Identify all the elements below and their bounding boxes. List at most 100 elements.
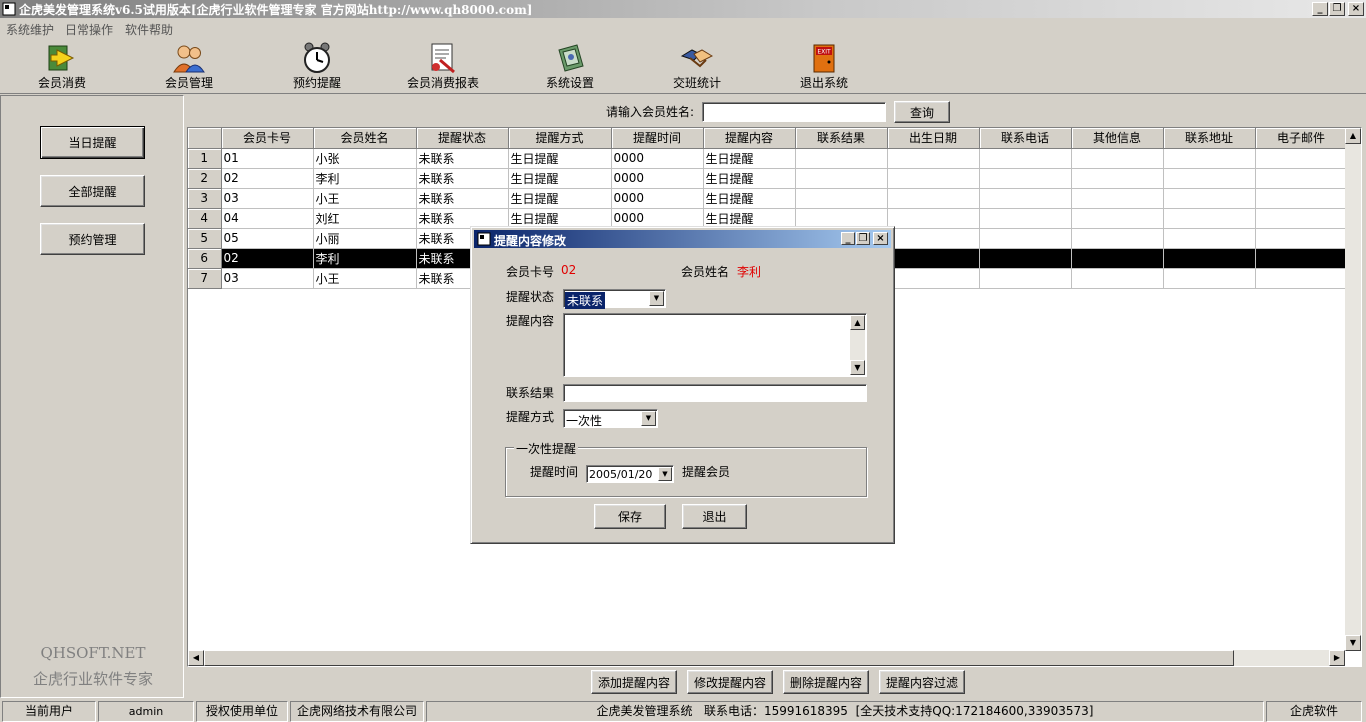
table-cell-empty[interactable] [1071, 188, 1164, 209]
table-cell-card[interactable]: 02 [221, 248, 314, 269]
table-cell-empty[interactable] [1071, 168, 1164, 189]
save-button[interactable]: 保存 [594, 504, 666, 529]
table-cell-time[interactable]: 0000 [611, 208, 704, 229]
table-cell-content[interactable]: 生日提醒 [703, 188, 796, 209]
table-cell-empty[interactable] [979, 248, 1072, 269]
table-cell-empty[interactable] [979, 188, 1072, 209]
toolbar-appointment-reminder[interactable]: 预约提醒 [267, 40, 367, 92]
table-cell-status[interactable]: 未联系 [416, 148, 509, 169]
table-cell-empty[interactable] [1163, 148, 1256, 169]
reminder-content-textarea[interactable] [563, 313, 867, 377]
table-cell-method[interactable]: 生日提醒 [508, 168, 612, 189]
table-cell-empty[interactable] [1163, 188, 1256, 209]
horizontal-scrollbar[interactable]: ◀ ▶ [188, 650, 1345, 666]
table-cell-empty[interactable] [979, 228, 1072, 249]
table-row[interactable]: 4 04 刘红 未联系 生日提醒 0000 生日提醒 [188, 208, 1348, 229]
table-cell-empty[interactable] [979, 208, 1072, 229]
toolbar-consumption-report[interactable]: 会员消费报表 [393, 40, 493, 92]
table-cell-empty[interactable] [887, 148, 980, 169]
table-cell-empty[interactable] [1255, 208, 1348, 229]
table-cell-empty[interactable] [1163, 208, 1256, 229]
table-cell-method[interactable]: 生日提醒 [508, 188, 612, 209]
row-number[interactable]: 7 [188, 268, 222, 289]
add-reminder-button[interactable]: 添加提醒内容 [591, 670, 677, 694]
toolbar-exit-system[interactable]: EXIT 退出系统 [774, 40, 874, 92]
chevron-down-icon[interactable]: ▼ [641, 411, 656, 426]
table-cell-empty[interactable] [795, 148, 888, 169]
table-cell-empty[interactable] [1255, 148, 1348, 169]
table-cell-method[interactable]: 生日提醒 [508, 148, 612, 169]
column-header[interactable]: 提醒方式 [508, 128, 612, 149]
column-header[interactable]: 联系地址 [1163, 128, 1256, 149]
column-header[interactable]: 会员姓名 [313, 128, 417, 149]
table-cell-name[interactable]: 小丽 [313, 228, 417, 249]
table-cell-empty[interactable] [1255, 228, 1348, 249]
table-cell-empty[interactable] [795, 168, 888, 189]
table-cell-empty[interactable] [795, 208, 888, 229]
chevron-down-icon[interactable]: ▼ [658, 467, 672, 481]
column-header[interactable]: 提醒时间 [611, 128, 704, 149]
member-name-search-input[interactable] [702, 102, 886, 122]
contact-result-input[interactable] [563, 384, 867, 402]
vertical-scrollbar[interactable]: ▲ ▼ [1345, 128, 1361, 651]
edit-reminder-button[interactable]: 修改提醒内容 [687, 670, 773, 694]
table-cell-empty[interactable] [887, 188, 980, 209]
table-cell-empty[interactable] [887, 208, 980, 229]
scroll-down-arrow-icon[interactable]: ▼ [850, 360, 865, 375]
table-cell-empty[interactable] [1255, 188, 1348, 209]
scroll-left-arrow-icon[interactable]: ◀ [188, 650, 204, 666]
column-header[interactable]: 提醒内容 [703, 128, 796, 149]
table-cell-empty[interactable] [1071, 248, 1164, 269]
table-cell-time[interactable]: 0000 [611, 148, 704, 169]
table-cell-empty[interactable] [1255, 268, 1348, 289]
all-reminders-button[interactable]: 全部提醒 [40, 175, 145, 207]
table-cell-card[interactable]: 01 [221, 148, 314, 169]
horizontal-scroll-thumb[interactable] [204, 650, 1234, 666]
reminder-method-select[interactable]: 一次性 ▼ [563, 409, 658, 428]
close-button[interactable]: × [1348, 2, 1364, 16]
scroll-up-arrow-icon[interactable]: ▲ [1345, 128, 1361, 144]
table-cell-name[interactable]: 小张 [313, 148, 417, 169]
row-number[interactable]: 5 [188, 228, 222, 249]
scroll-right-arrow-icon[interactable]: ▶ [1329, 650, 1345, 666]
table-cell-empty[interactable] [1163, 248, 1256, 269]
scroll-up-arrow-icon[interactable]: ▲ [850, 315, 865, 330]
row-number[interactable]: 1 [188, 148, 222, 169]
table-cell-empty[interactable] [979, 268, 1072, 289]
table-cell-empty[interactable] [1255, 168, 1348, 189]
table-cell-empty[interactable] [1071, 268, 1164, 289]
toolbar-member-consumption[interactable]: 会员消费 [12, 40, 112, 92]
table-cell-time[interactable]: 0000 [611, 168, 704, 189]
toolbar-shift-statistics[interactable]: 交班统计 [647, 40, 747, 92]
table-cell-empty[interactable] [1071, 208, 1164, 229]
table-cell-name[interactable]: 小王 [313, 268, 417, 289]
table-cell-content[interactable]: 生日提醒 [703, 208, 796, 229]
menu-daily-operations[interactable]: 日常操作 [65, 21, 113, 38]
table-row[interactable]: 3 03 小王 未联系 生日提醒 0000 生日提醒 [188, 188, 1348, 209]
table-cell-card[interactable]: 03 [221, 188, 314, 209]
column-header[interactable]: 联系电话 [979, 128, 1072, 149]
table-cell-empty[interactable] [1163, 168, 1256, 189]
filter-reminder-button[interactable]: 提醒内容过滤 [879, 670, 965, 694]
row-number[interactable]: 2 [188, 168, 222, 189]
table-cell-content[interactable]: 生日提醒 [703, 168, 796, 189]
scroll-down-arrow-icon[interactable]: ▼ [1345, 635, 1361, 651]
table-cell-content[interactable]: 生日提醒 [703, 148, 796, 169]
table-cell-status[interactable]: 未联系 [416, 188, 509, 209]
today-reminders-button[interactable]: 当日提醒 [40, 126, 145, 159]
table-cell-card[interactable]: 02 [221, 168, 314, 189]
table-cell-status[interactable]: 未联系 [416, 168, 509, 189]
table-cell-card[interactable]: 04 [221, 208, 314, 229]
table-cell-empty[interactable] [1163, 268, 1256, 289]
table-row[interactable]: 2 02 李利 未联系 生日提醒 0000 生日提醒 [188, 168, 1348, 189]
row-number[interactable]: 6 [188, 248, 222, 269]
reminder-status-select[interactable]: 未联系 ▼ [563, 289, 666, 309]
table-cell-empty[interactable] [1255, 248, 1348, 269]
table-cell-empty[interactable] [979, 168, 1072, 189]
column-header[interactable]: 提醒状态 [416, 128, 509, 149]
dialog-exit-button[interactable]: 退出 [682, 504, 747, 529]
table-cell-name[interactable]: 李利 [313, 168, 417, 189]
minimize-button[interactable]: _ [1312, 2, 1328, 16]
table-cell-empty[interactable] [979, 148, 1072, 169]
row-number[interactable]: 4 [188, 208, 222, 229]
